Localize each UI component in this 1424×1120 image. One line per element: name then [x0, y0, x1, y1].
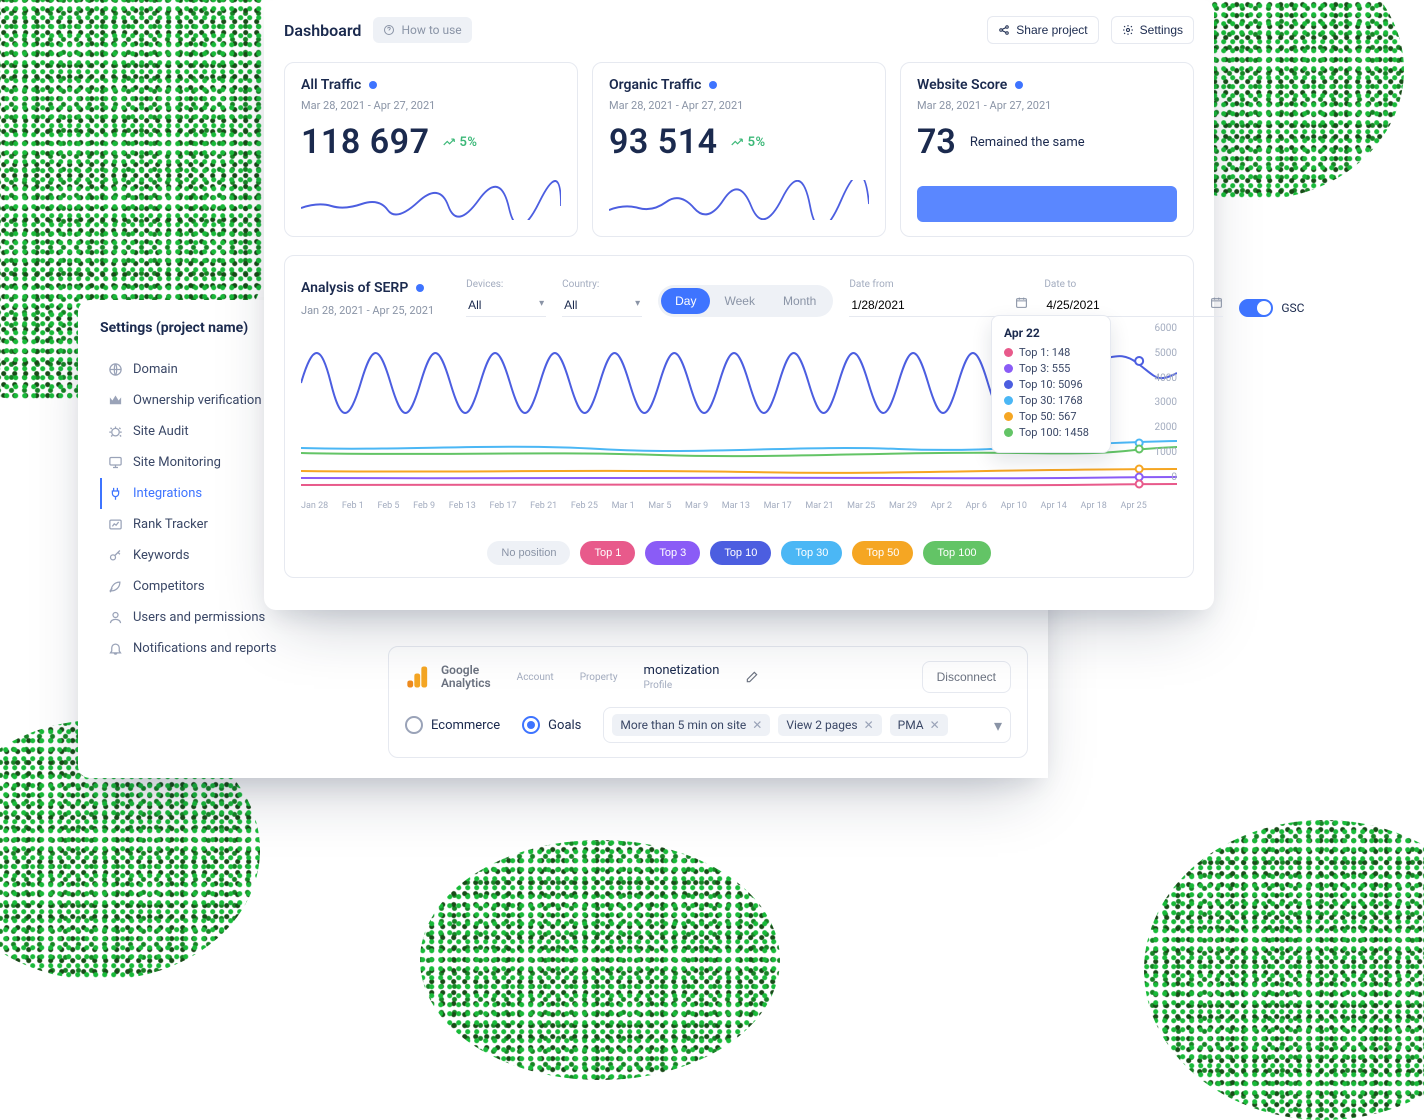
- ga-account-label: Account: [517, 672, 554, 683]
- score-status: Remained the same: [970, 135, 1085, 150]
- info-dot-icon: [1015, 81, 1023, 89]
- period-week[interactable]: Week: [710, 288, 768, 314]
- calendar-icon: [1015, 296, 1028, 309]
- metric-date: Mar 28, 2021 - Apr 27, 2021: [301, 99, 561, 112]
- legend-top3[interactable]: Top 3: [645, 541, 700, 565]
- globe-icon: [108, 362, 123, 377]
- chart-tooltip: Apr 22 Top 1: 148 Top 3: 555 Top 10: 509…: [991, 315, 1111, 453]
- ga-profile-value: monetization: [644, 663, 720, 678]
- calendar-icon: [1210, 296, 1223, 309]
- edit-icon[interactable]: [745, 670, 759, 684]
- country-label: Country:: [562, 279, 642, 290]
- google-analytics-panel: GoogleAnalytics Account Property monetiz…: [388, 646, 1028, 758]
- goal-tag: More than 5 min on site✕: [612, 714, 770, 736]
- tooltip-date: Apr 22: [1004, 326, 1098, 340]
- plug-icon: [108, 486, 123, 501]
- decor-blob: [420, 840, 780, 1080]
- ga-property-label: Property: [580, 672, 618, 683]
- date-from-label: Date from: [849, 279, 1028, 290]
- radio-ecommerce[interactable]: Ecommerce: [405, 716, 500, 734]
- trend-up: 5%: [730, 135, 766, 150]
- metric-title: Organic Traffic: [609, 77, 701, 93]
- rank-icon: [108, 517, 123, 532]
- serp-date-range: Jan 28, 2021 - Apr 25, 2021: [301, 304, 434, 317]
- help-icon: [383, 24, 395, 36]
- period-segmented: Day Week Month: [658, 285, 833, 317]
- legend-top1[interactable]: Top 1: [580, 541, 635, 565]
- ga-logo: GoogleAnalytics: [405, 663, 491, 691]
- metric-date: Mar 28, 2021 - Apr 27, 2021: [609, 99, 869, 112]
- date-to-label: Date to: [1044, 279, 1223, 290]
- devices-select[interactable]: All: [466, 294, 546, 317]
- page-title: Dashboard: [284, 21, 361, 40]
- trend-up: 5%: [442, 135, 478, 150]
- date-to-input[interactable]: [1044, 294, 1223, 317]
- devices-label: Devices:: [466, 279, 546, 290]
- metric-organic-traffic[interactable]: Organic Traffic Mar 28, 2021 - Apr 27, 2…: [592, 62, 886, 237]
- info-dot-icon: [369, 81, 377, 89]
- serp-legend: No position Top 1 Top 3 Top 10 Top 30 To…: [301, 541, 1177, 565]
- how-to-use-button[interactable]: How to use: [373, 17, 471, 43]
- metric-value: 73: [917, 122, 956, 162]
- metric-website-score[interactable]: Website Score Mar 28, 2021 - Apr 27, 202…: [900, 62, 1194, 237]
- nav-notifications[interactable]: Notifications and reports: [100, 633, 300, 664]
- radio-goals[interactable]: Goals: [522, 716, 581, 734]
- legend-top30[interactable]: Top 30: [781, 541, 842, 565]
- legend-top50[interactable]: Top 50: [852, 541, 913, 565]
- metric-title: Website Score: [917, 77, 1007, 93]
- gear-icon: [1122, 24, 1134, 36]
- goal-tag: PMA✕: [890, 714, 948, 736]
- metric-date: Mar 28, 2021 - Apr 27, 2021: [917, 99, 1177, 112]
- legend-top100[interactable]: Top 100: [923, 541, 990, 565]
- legend-top10[interactable]: Top 10: [710, 541, 771, 565]
- period-day[interactable]: Day: [661, 288, 710, 314]
- gsc-label: GSC: [1281, 301, 1304, 315]
- info-dot-icon: [416, 284, 424, 292]
- serp-title: Analysis of SERP: [301, 280, 408, 296]
- serp-chart: 6000500040003000200010000 Jan 28Feb 1Feb…: [301, 323, 1177, 533]
- chevron-down-icon[interactable]: ▾: [994, 716, 1002, 735]
- metric-all-traffic[interactable]: All Traffic Mar 28, 2021 - Apr 27, 2021 …: [284, 62, 578, 237]
- settings-button[interactable]: Settings: [1111, 16, 1194, 44]
- dashboard-header: Dashboard How to use Share project Setti…: [284, 16, 1194, 44]
- decor-blob: [1144, 820, 1424, 1120]
- period-month[interactable]: Month: [769, 288, 830, 314]
- disconnect-button[interactable]: Disconnect: [922, 661, 1011, 693]
- trend-up-icon: [730, 135, 744, 149]
- sparkline: [609, 180, 869, 220]
- dashboard-card: Dashboard How to use Share project Setti…: [264, 0, 1214, 610]
- tag-remove-icon[interactable]: ✕: [930, 718, 940, 732]
- crown-icon: [108, 393, 123, 408]
- ga-icon: [405, 663, 433, 691]
- metric-title: All Traffic: [301, 77, 361, 93]
- user-icon: [108, 610, 123, 625]
- bug-icon: [108, 424, 123, 439]
- tag-remove-icon[interactable]: ✕: [864, 718, 874, 732]
- legend-no-position[interactable]: No position: [487, 541, 570, 565]
- bell-icon: [108, 641, 123, 656]
- share-project-button[interactable]: Share project: [987, 16, 1098, 44]
- tag-remove-icon[interactable]: ✕: [752, 718, 762, 732]
- monitor-icon: [108, 455, 123, 470]
- key-icon: [108, 548, 123, 563]
- goal-tag: View 2 pages✕: [778, 714, 881, 736]
- goals-tagbox[interactable]: More than 5 min on site✕ View 2 pages✕ P…: [603, 707, 1011, 743]
- chart-xaxis: Jan 28Feb 1Feb 5Feb 9Feb 13Feb 17Feb 21F…: [301, 501, 1177, 511]
- country-select[interactable]: All: [562, 294, 642, 317]
- rocket-icon: [108, 579, 123, 594]
- serp-panel: Analysis of SERP Jan 28, 2021 - Apr 25, …: [284, 255, 1194, 578]
- metric-value: 118 697: [301, 122, 430, 162]
- chart-yaxis: 6000500040003000200010000: [1155, 323, 1177, 483]
- score-bar: [917, 186, 1177, 222]
- trend-up-icon: [442, 135, 456, 149]
- info-dot-icon: [709, 81, 717, 89]
- gsc-toggle[interactable]: [1239, 299, 1273, 317]
- date-from-input[interactable]: [849, 294, 1028, 317]
- share-icon: [998, 24, 1010, 36]
- sparkline: [301, 180, 561, 220]
- metric-value: 93 514: [609, 122, 718, 162]
- ga-profile-label: Profile: [644, 680, 720, 691]
